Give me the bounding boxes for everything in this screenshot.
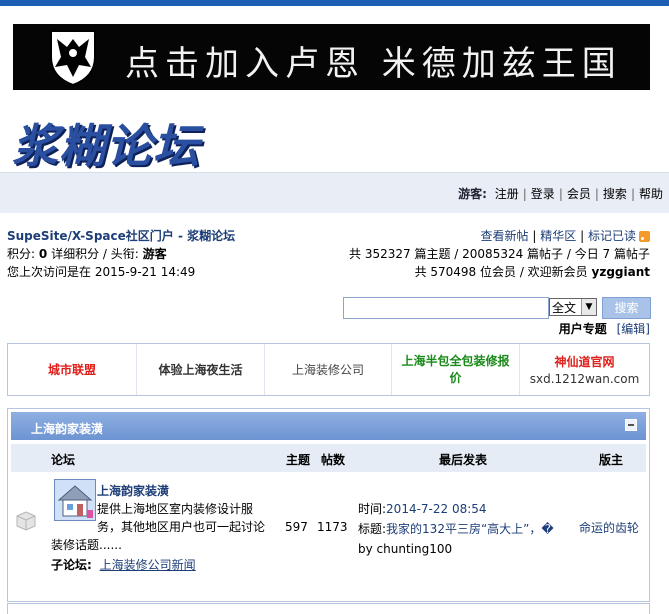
nav-register-link[interactable]: 注册 [495, 187, 519, 201]
last-poster[interactable]: chunting100 [377, 542, 453, 556]
forum-desc-line-1: 提供上海地区室内装修设计服 [97, 502, 254, 516]
edit-link[interactable]: [编辑] [617, 322, 650, 336]
next-forum-group-box [7, 603, 650, 614]
last-by-label: by [358, 542, 373, 556]
friend-link-sub: sxd.1212wan.com [529, 372, 640, 386]
top-navbar: 游客: 注册 | 登录 | 会员 | 搜索 | 帮助 [0, 172, 669, 213]
forum-group-header: 上海韵家装潢 [11, 412, 646, 440]
forum-desc-line-2: 务，其他地区用户也可一起讨论 [97, 520, 266, 534]
moderator-link[interactable]: 命运的齿轮 [579, 519, 639, 536]
nav-members-link[interactable]: 会员 [567, 187, 591, 201]
eagle-emblem-icon [50, 30, 96, 87]
forum-description: 提供上海地区室内装修设计服 务，其他地区用户也可一起讨论 装修话题...... [51, 500, 283, 554]
friend-link-text: 上海半包全包装修报价 [401, 353, 510, 385]
digest-link[interactable]: 精华区 [540, 229, 576, 243]
col-topics: 主题 [286, 453, 311, 467]
subforum-label: 子论坛: [51, 558, 92, 572]
stats-line-2: 共 570498 位会员 / 欢迎新会员 [414, 265, 588, 279]
user-topic-link[interactable]: 用户专题 [559, 322, 607, 336]
rss-icon[interactable] [639, 231, 650, 242]
friend-link-3[interactable]: 上海装修公司 [265, 344, 392, 395]
title-label: 头衔: [110, 247, 139, 261]
forum-group-box: 上海韵家装潢 论坛 主题 帖数 最后发表 版主 上海韵家装潢 提供上海地区室内装… [7, 408, 650, 602]
no-new-posts-icon [16, 511, 36, 531]
friend-link-2[interactable]: 体验上海夜生活 [137, 344, 265, 395]
subforum: 子论坛: 上海装修公司新闻 [51, 556, 196, 573]
stats-line-1: 共 352327 篇主题 / 20085324 篇帖子 / 今日 7 篇帖子 [349, 247, 650, 261]
title-value: 游客 [142, 247, 167, 261]
last-time-label: 时间: [358, 502, 387, 516]
search-button[interactable]: 搜索 [602, 297, 651, 319]
friend-link-4[interactable]: 上海半包全包装修报价 [392, 344, 520, 395]
subforum-link[interactable]: 上海装修公司新闻 [100, 558, 196, 572]
friend-link-5[interactable]: 神仙道官网 sxd.1212wan.com [520, 344, 649, 395]
banner-text: 点击加入卢恩 米德加兹王国 [125, 44, 622, 84]
topics-count: 597 [285, 520, 308, 534]
friend-link-text: 城市联盟 [47, 363, 96, 377]
nav-search-link[interactable]: 搜索 [603, 187, 627, 201]
col-posts: 帖数 [321, 453, 346, 467]
points-label: 积分: [7, 247, 36, 261]
mark-read-link[interactable]: 标记已读 [588, 229, 636, 243]
points-value: 0 [38, 247, 48, 261]
last-post: 时间:2014-7-22 08:54 标题:我家的132平三房“高大上”，� b… [358, 499, 554, 559]
top-accent-bar [0, 0, 669, 6]
search-type-select[interactable]: 全文 ▼ [549, 298, 597, 316]
ad-banner[interactable]: 点击加入卢恩 米德加兹王国 [13, 24, 650, 90]
forum-name-link[interactable]: 上海韵家装潢 [97, 482, 169, 499]
last-visit-text: 您上次访问是在 2015-9-21 14:49 [7, 265, 196, 279]
posts-count: 1173 [317, 520, 348, 534]
last-post-time-link[interactable]: 2014-7-22 08:54 [386, 502, 487, 516]
last-title-label: 标题: [358, 522, 387, 536]
guest-label: 游客: [458, 187, 487, 201]
friend-link-text: 体验上海夜生活 [158, 363, 243, 377]
table-row: 上海韵家装潢 提供上海地区室内装修设计服 务，其他地区用户也可一起讨论 装修话题… [11, 472, 646, 578]
nav-login-link[interactable]: 登录 [531, 187, 555, 201]
detail-points-link[interactable]: 详细积分 [51, 247, 99, 261]
search-type-value: 全文 [552, 301, 577, 315]
last-post-title-link[interactable]: 我家的132平三房“高大上”，� [386, 522, 554, 536]
collapse-icon[interactable] [625, 419, 637, 431]
col-last-post: 最后发表 [439, 453, 488, 467]
search-input[interactable] [343, 297, 549, 319]
breadcrumb[interactable]: SupeSite/X-Space社区门户 - 浆糊论坛 [7, 229, 235, 243]
nav-help-link[interactable]: 帮助 [639, 187, 663, 201]
col-forum: 论坛 [51, 453, 76, 467]
friend-link-1[interactable]: 城市联盟 [8, 344, 137, 395]
forum-group-title[interactable]: 上海韵家装潢 [31, 420, 103, 437]
forum-logo[interactable]: 浆糊论坛 [12, 110, 200, 176]
forum-stats: 查看新帖 | 精华区 | 标记已读 共 352327 篇主题 / 2008532… [349, 229, 650, 279]
user-info: SupeSite/X-Space社区门户 - 浆糊论坛 积分: 0 详细积分 /… [7, 229, 236, 279]
view-new-posts-link[interactable]: 查看新帖 [481, 229, 529, 243]
col-moderator: 版主 [599, 453, 624, 467]
friend-link-text: 神仙道官网 [554, 355, 615, 369]
user-topic: 用户专题 [编辑] [559, 320, 650, 337]
chevron-down-icon: ▼ [581, 299, 596, 315]
friend-links-box: 城市联盟 体验上海夜生活 上海装修公司 上海半包全包装修报价 神仙道官网 sxd… [7, 343, 650, 396]
column-headers: 论坛 主题 帖数 最后发表 版主 [11, 444, 646, 472]
newest-member-link[interactable]: yzggiant [592, 265, 650, 279]
forum-desc-line-3: 装修话题...... [51, 538, 122, 552]
friend-link-text: 上海装修公司 [291, 363, 364, 377]
